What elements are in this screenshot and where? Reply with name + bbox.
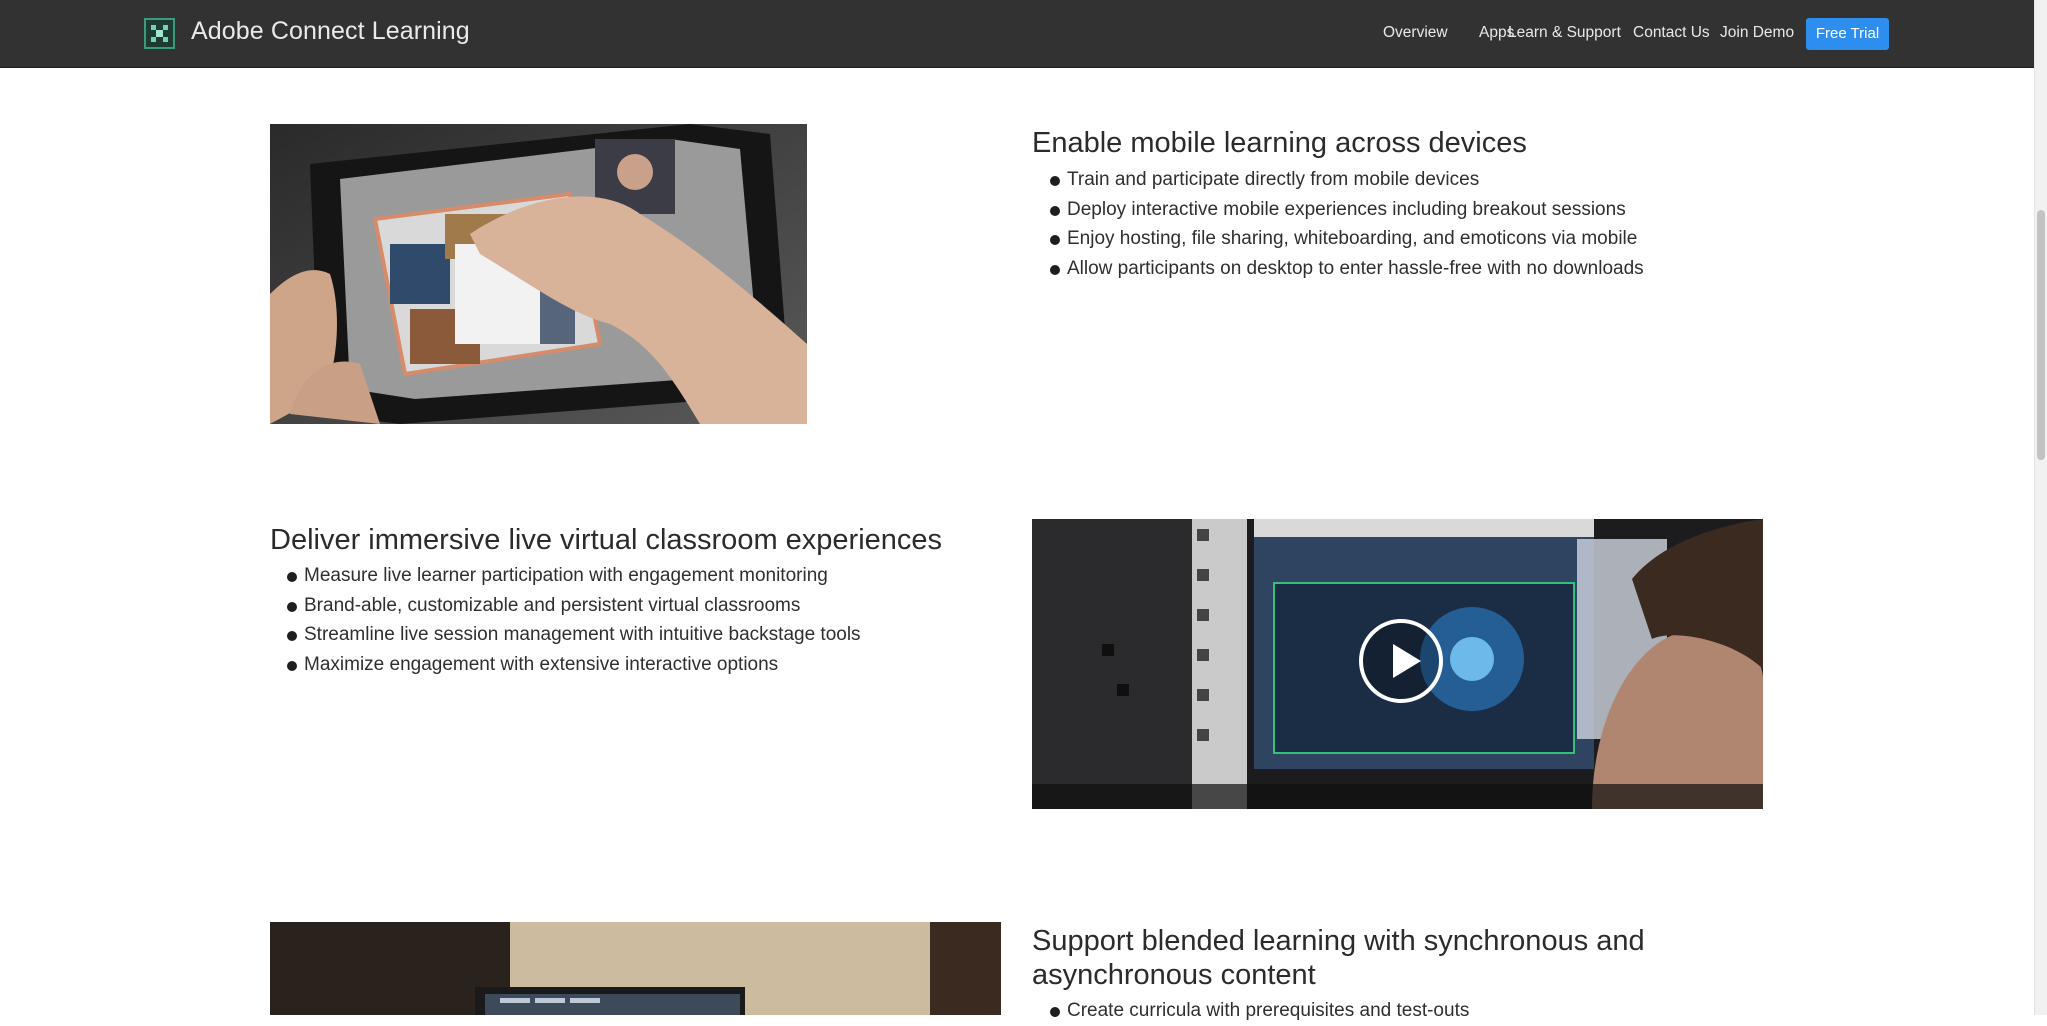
bullet-icon [287, 572, 297, 582]
nav-learn-support[interactable]: Learn & Support [1508, 24, 1621, 42]
blended-learning-image [270, 922, 1001, 1015]
blended-learning-features-list: Create curricula with prerequisites and … [1033, 996, 1469, 1026]
section-title-mobile: Enable mobile learning across devices [1032, 127, 1527, 159]
brand-title[interactable]: Adobe Connect Learning [191, 17, 470, 46]
section-title-virtual-classroom: Deliver immersive live virtual classroom… [270, 524, 943, 556]
adobe-connect-logo-icon[interactable] [144, 18, 175, 49]
bullet-icon [287, 601, 297, 612]
mobile-features-list: Train and participate directly from mobi… [1033, 165, 1644, 283]
bullet-icon [1050, 176, 1060, 186]
nav-join-demo[interactable]: Join Demo [1720, 24, 1794, 42]
list-item: Train and participate directly from mobi… [1033, 165, 1644, 195]
vertical-scrollbar[interactable] [2034, 0, 2047, 1015]
bullet-icon [287, 660, 297, 671]
nav-contact-us[interactable]: Contact Us [1633, 24, 1710, 42]
list-item: Create curricula with prerequisites and … [1033, 996, 1469, 1026]
list-item: Enjoy hosting, file sharing, whiteboardi… [1033, 224, 1644, 254]
nav-overview[interactable]: Overview [1383, 24, 1448, 42]
play-triangle [1393, 644, 1421, 678]
list-item: Measure live learner participation with … [270, 561, 861, 591]
free-trial-button[interactable]: Free Trial [1806, 18, 1889, 50]
play-icon[interactable] [1359, 619, 1443, 703]
section-title-blended-learning: Support blended learning with synchronou… [1032, 925, 1645, 991]
top-navigation-bar: Adobe Connect Learning Overview Apps Lea… [0, 0, 2034, 68]
mobile-tablet-image [270, 124, 807, 424]
list-item: Allow participants on desktop to enter h… [1033, 254, 1644, 284]
list-item: Streamline live session management with … [270, 620, 861, 650]
bullet-icon [1050, 205, 1060, 216]
list-item: Maximize engagement with extensive inter… [270, 650, 861, 680]
bullet-icon [1050, 235, 1060, 245]
bullet-icon [1050, 1007, 1060, 1017]
bullet-icon [1050, 264, 1060, 275]
bullet-icon [287, 631, 297, 641]
virtual-classroom-features-list: Measure live learner participation with … [270, 561, 861, 679]
scrollbar-thumb[interactable] [2037, 210, 2045, 460]
list-item: Brand-able, customizable and persistent … [270, 591, 861, 621]
list-item: Deploy interactive mobile experiences in… [1033, 195, 1644, 225]
classroom-video-player[interactable] [1032, 519, 1763, 809]
